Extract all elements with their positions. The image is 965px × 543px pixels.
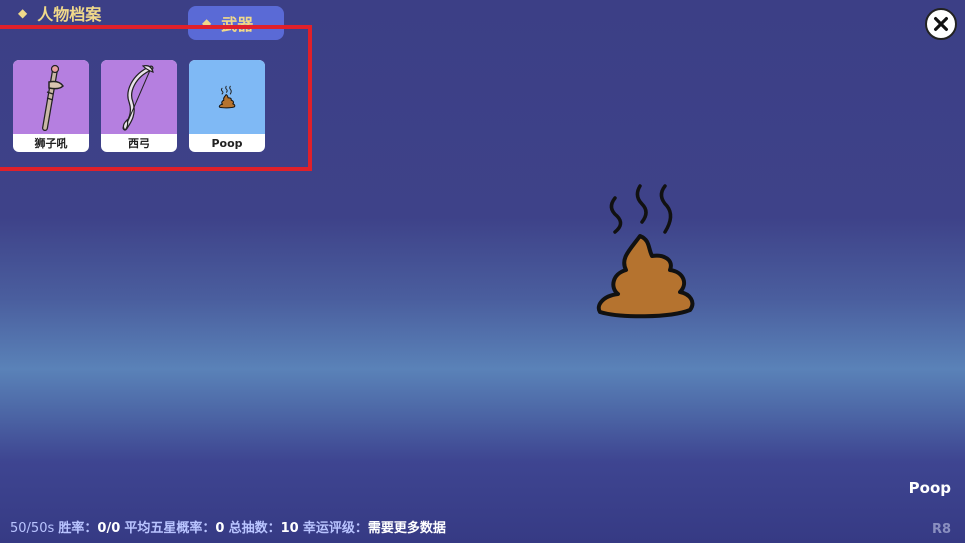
luck-value: 需要更多数据 <box>367 521 446 536</box>
win-rate-label: 胜率： <box>58 521 98 536</box>
selected-item-name: Poop <box>908 479 951 497</box>
bow-icon <box>122 65 154 131</box>
weapon-card-bow[interactable]: 西弓 <box>101 60 177 152</box>
status-bar: 50/50s 胜率：0/0 平均五星概率：0 总抽数：10 幸运评级：需要更多数… <box>10 517 446 536</box>
weapon-name: 西弓 <box>128 137 150 150</box>
version-label: R8 <box>931 522 951 537</box>
poop-icon <box>596 184 695 319</box>
total-label: 总抽数： <box>228 521 281 536</box>
luck-label: 幸运评级： <box>302 521 368 536</box>
tab-weapons[interactable]: ◆ 武器 <box>188 6 284 40</box>
win-rate-value: 0/0 <box>97 521 121 536</box>
weapon-card-poop[interactable]: Poop <box>189 60 265 152</box>
time-readout: 50/50s <box>10 521 55 536</box>
chevron-icon: ◆ <box>202 16 212 30</box>
weapon-list: 狮子吼 西弓 Poop <box>13 60 265 152</box>
avg5-value: 0 <box>215 521 225 536</box>
tab-bar: ◆ 人物档案 ◆ 武器 <box>0 0 965 42</box>
avg5-label: 平均五星概率： <box>124 521 216 536</box>
weapon-art <box>13 60 89 134</box>
tab-profile[interactable]: ◆ 人物档案 <box>4 0 174 30</box>
weapon-art <box>101 60 177 134</box>
tab-weapons-label: 武器 <box>221 15 254 34</box>
weapon-art <box>189 60 265 134</box>
total-value: 10 <box>280 521 299 536</box>
tab-profile-label: 人物档案 <box>37 5 102 24</box>
chevron-icon: ◆ <box>18 6 28 20</box>
close-icon <box>934 17 948 31</box>
close-button[interactable] <box>925 8 957 40</box>
poop-icon <box>218 85 236 109</box>
weapon-name: Poop <box>211 136 243 150</box>
weapon-name: 狮子吼 <box>34 137 68 150</box>
staff-icon <box>42 64 64 131</box>
weapon-card-staff[interactable]: 狮子吼 <box>13 60 89 152</box>
